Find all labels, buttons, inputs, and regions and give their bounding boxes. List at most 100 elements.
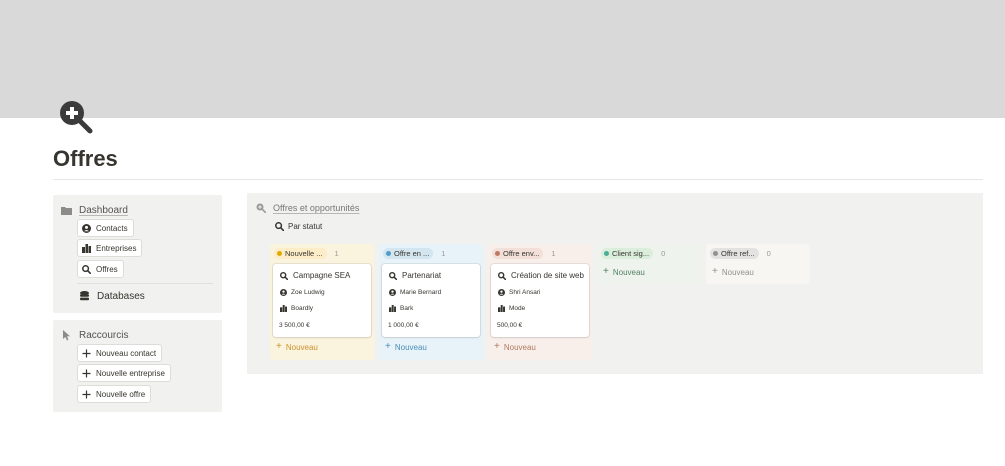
offres-button[interactable]: Offres — [77, 260, 124, 278]
status-dot — [277, 251, 282, 256]
database-icon — [79, 291, 90, 302]
search-icon — [280, 271, 288, 280]
user-circle-icon — [280, 289, 287, 296]
add-new-label: Nouveau — [612, 267, 645, 277]
status-tag: Offre env... — [492, 248, 544, 259]
add-new-button[interactable]: + Nouveau — [712, 267, 754, 277]
building-icon — [280, 305, 287, 312]
add-new-label: Nouveau — [503, 342, 536, 352]
add-new-button[interactable]: + Nouveau — [494, 342, 536, 352]
nouvelle-entreprise-label: Nouvelle entreprise — [96, 368, 165, 378]
user-circle-icon — [498, 289, 505, 296]
status-label: Offre ref... — [721, 249, 755, 258]
plus-icon — [82, 349, 91, 358]
card-amount: 1 000,00 € — [388, 322, 419, 329]
plus-icon: + — [385, 341, 391, 352]
column-header[interactable]: Nouvelle ... 1 — [274, 248, 339, 259]
card-company[interactable]: Bark — [389, 305, 413, 312]
add-new-label: Nouveau — [721, 267, 754, 277]
search-icon — [498, 271, 506, 280]
board-column-client-signe: Client sig... 0 + Nouveau — [597, 244, 701, 284]
nav-panel: Dashboard Contacts Entreprises Offres Da… — [53, 195, 222, 313]
column-count: 1 — [334, 249, 339, 258]
magnifier-plus-icon — [256, 203, 266, 213]
column-count: 0 — [661, 249, 666, 258]
dashboard-link[interactable]: Dashboard — [61, 205, 128, 216]
offer-card[interactable]: Création de site web Shri Ansari Mode 50… — [491, 264, 589, 337]
card-company[interactable]: Mode — [498, 305, 525, 312]
plus-icon — [82, 390, 91, 399]
plus-icon: + — [276, 341, 282, 352]
add-new-label: Nouveau — [394, 342, 427, 352]
contacts-label: Contacts — [96, 223, 128, 233]
status-dot — [386, 251, 391, 256]
add-new-label: Nouveau — [285, 342, 318, 352]
card-company[interactable]: Boardly — [280, 305, 313, 312]
shortcuts-header: Raccourcis — [61, 330, 128, 341]
plus-icon: + — [603, 266, 609, 277]
plus-icon — [82, 369, 91, 378]
add-new-button[interactable]: + Nouveau — [603, 267, 645, 277]
card-contact[interactable]: Zoe Ludwig — [280, 289, 325, 296]
page-title: Offres — [53, 146, 118, 171]
card-amount: 500,00 € — [497, 322, 523, 329]
add-new-button[interactable]: + Nouveau — [385, 342, 427, 352]
status-dot — [604, 251, 609, 256]
shortcuts-panel: Raccourcis Nouveau contact Nouvelle entr… — [53, 320, 222, 412]
nouvelle-entreprise-button[interactable]: Nouvelle entreprise — [77, 364, 171, 382]
view-tab-label: Par statut — [288, 222, 323, 231]
nouveau-contact-button[interactable]: Nouveau contact — [77, 344, 163, 362]
status-label: Offre en ... — [394, 249, 430, 258]
card-contact[interactable]: Marie Bernard — [389, 289, 441, 296]
user-circle-icon — [389, 289, 396, 296]
card-amount: 3 500,00 € — [279, 322, 310, 329]
status-label: Offre env... — [503, 249, 540, 258]
view-tab-par-statut[interactable]: Par statut — [275, 222, 322, 231]
board-column-nouvelle: Nouvelle ... 1 Campagne SEA Zoe Ludwig B… — [270, 244, 374, 360]
add-new-button[interactable]: + Nouveau — [276, 342, 318, 352]
board-title-link[interactable]: Offres et opportunités — [256, 203, 359, 213]
card-title-text: Création de site web — [511, 271, 584, 280]
card-contact-name: Shri Ansari — [509, 289, 541, 296]
title-divider — [53, 179, 983, 180]
nouveau-contact-label: Nouveau contact — [96, 348, 157, 358]
column-header[interactable]: Offre en ... 1 — [383, 248, 445, 259]
offres-label: Offres — [96, 264, 118, 274]
column-header[interactable]: Offre ref... 0 — [710, 248, 771, 259]
databases-link[interactable]: Databases — [79, 291, 145, 302]
board-column-offre-envoyee: Offre env... 1 Création de site web Shri… — [488, 244, 592, 360]
magnifier-plus-icon[interactable] — [58, 99, 94, 135]
contacts-button[interactable]: Contacts — [77, 219, 134, 237]
page-cover[interactable] — [0, 0, 1005, 118]
building-icon — [498, 305, 505, 312]
offres-board: Offres et opportunités Par statut Nouvel… — [247, 193, 983, 374]
entreprises-button[interactable]: Entreprises — [77, 239, 143, 257]
nouvelle-offre-button[interactable]: Nouvelle offre — [77, 385, 152, 403]
building-icon — [82, 243, 91, 253]
status-label: Nouvelle ... — [285, 249, 323, 258]
plus-icon: + — [712, 266, 718, 277]
offer-card[interactable]: Partenariat Marie Bernard Bark 1 000,00 … — [382, 264, 480, 337]
card-contact-name: Marie Bernard — [400, 289, 442, 296]
cursor-icon — [61, 330, 72, 341]
card-contact[interactable]: Shri Ansari — [498, 289, 540, 296]
databases-label: Databases — [97, 291, 145, 302]
status-dot — [495, 251, 500, 256]
status-tag: Client sig... — [601, 248, 654, 259]
card-company-name: Mode — [509, 305, 526, 312]
column-header[interactable]: Offre env... 1 — [492, 248, 556, 259]
card-title-text: Campagne SEA — [293, 271, 351, 280]
shortcuts-title: Raccourcis — [79, 330, 129, 341]
card-contact-name: Zoe Ludwig — [291, 289, 325, 296]
column-header[interactable]: Client sig... 0 — [601, 248, 665, 259]
column-count: 1 — [441, 249, 446, 258]
status-label: Client sig... — [612, 249, 650, 258]
column-count: 1 — [551, 249, 556, 258]
offer-card[interactable]: Campagne SEA Zoe Ludwig Boardly 3 500,00… — [273, 264, 371, 337]
plus-icon: + — [494, 341, 500, 352]
board-column-offre-refusee: Offre ref... 0 + Nouveau — [706, 244, 810, 284]
card-company-name: Bark — [400, 305, 414, 312]
user-circle-icon — [82, 223, 91, 233]
status-dot — [713, 251, 718, 256]
dashboard-label: Dashboard — [79, 205, 128, 216]
